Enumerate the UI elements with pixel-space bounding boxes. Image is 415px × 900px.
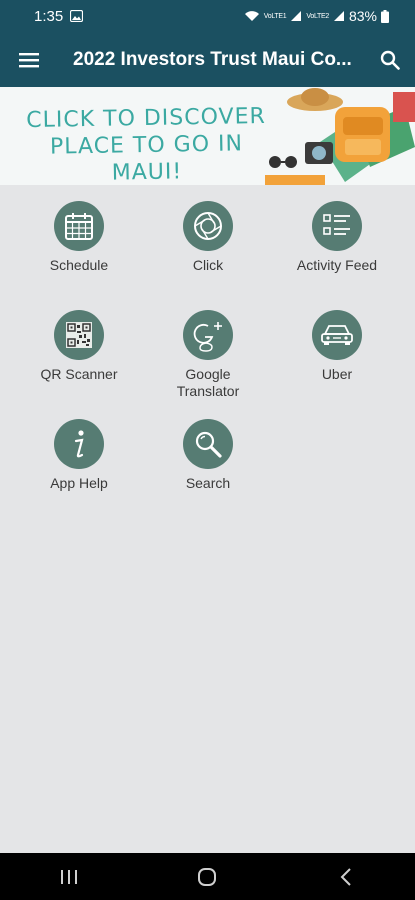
tile-schedule-circle bbox=[54, 201, 104, 251]
search-icon bbox=[380, 50, 400, 70]
signal-label-2: VoLTE2 bbox=[306, 12, 329, 20]
tile-label: Click bbox=[192, 257, 224, 273]
tile-app-help[interactable]: App Help bbox=[19, 419, 139, 492]
battery-percent: 83% bbox=[348, 8, 377, 24]
recent-apps-icon bbox=[61, 869, 78, 884]
home-icon bbox=[198, 867, 217, 886]
status-right: VoLTE1 VoLTE2 83% bbox=[244, 8, 389, 24]
tile-activity-feed[interactable]: Activity Feed bbox=[277, 201, 397, 274]
tile-label: Schedule bbox=[49, 257, 109, 273]
calendar-icon bbox=[65, 213, 93, 240]
tile-label: Search bbox=[185, 475, 231, 491]
tile-app-help-circle bbox=[54, 419, 104, 469]
app-title: 2022 Investors Trust Maui Co... bbox=[73, 48, 352, 70]
info-icon bbox=[74, 430, 84, 458]
tile-schedule[interactable]: Schedule bbox=[19, 201, 139, 274]
travel-illustration-icon bbox=[265, 87, 415, 185]
back-icon bbox=[340, 867, 351, 886]
promo-banner[interactable]: CLICK TO DISCOVER PLACE TO GO IN MAUI! bbox=[0, 87, 415, 185]
status-bar: 1:35 VoLTE1 VoLTE2 83% bbox=[0, 0, 415, 32]
magnifier-icon bbox=[195, 431, 222, 458]
tile-label: App Help bbox=[50, 475, 108, 491]
tile-google-translator-circle bbox=[183, 310, 233, 360]
system-nav-bar bbox=[0, 853, 415, 900]
battery-icon bbox=[381, 9, 389, 23]
tile-label: Activity Feed bbox=[296, 257, 378, 273]
gallery-notification-icon bbox=[70, 10, 84, 22]
tile-qr-scanner-circle bbox=[54, 310, 104, 360]
app-bar: 2022 Investors Trust Maui Co... bbox=[0, 32, 415, 87]
signal-label-1: VoLTE1 bbox=[263, 12, 287, 20]
back-button[interactable] bbox=[316, 853, 376, 900]
home-button[interactable] bbox=[177, 853, 237, 900]
car-icon bbox=[321, 325, 353, 345]
hamburger-menu-icon bbox=[19, 52, 39, 67]
banner-text: CLICK TO DISCOVER PLACE TO GO IN MAUI! bbox=[26, 103, 267, 185]
tile-search[interactable]: Search bbox=[148, 419, 268, 492]
wifi-icon bbox=[244, 11, 259, 21]
tile-label: Google Translator bbox=[176, 366, 240, 399]
menu-button[interactable] bbox=[0, 32, 58, 87]
status-left: 1:35 bbox=[34, 7, 84, 25]
tile-label: QR Scanner bbox=[40, 366, 118, 382]
tile-qr-scanner[interactable]: QR Scanner bbox=[19, 310, 139, 383]
google-plus-icon bbox=[193, 322, 222, 352]
tile-uber-circle bbox=[312, 310, 362, 360]
signal-icon-1 bbox=[291, 11, 302, 21]
qr-code-icon bbox=[66, 322, 92, 348]
signal-icon-2 bbox=[333, 11, 344, 21]
tile-search-circle bbox=[183, 419, 233, 469]
recent-apps-button[interactable] bbox=[39, 853, 99, 900]
search-button[interactable] bbox=[365, 32, 415, 87]
tile-click[interactable]: Click bbox=[148, 201, 268, 274]
tile-google-translator[interactable]: Google Translator bbox=[148, 310, 268, 400]
status-time: 1:35 bbox=[34, 7, 64, 25]
tile-label: Uber bbox=[321, 366, 353, 382]
tile-click-circle bbox=[183, 201, 233, 251]
camera-aperture-icon bbox=[194, 212, 222, 240]
list-icon bbox=[323, 214, 350, 235]
tile-uber[interactable]: Uber bbox=[277, 310, 397, 383]
tile-activity-feed-circle bbox=[312, 201, 362, 251]
